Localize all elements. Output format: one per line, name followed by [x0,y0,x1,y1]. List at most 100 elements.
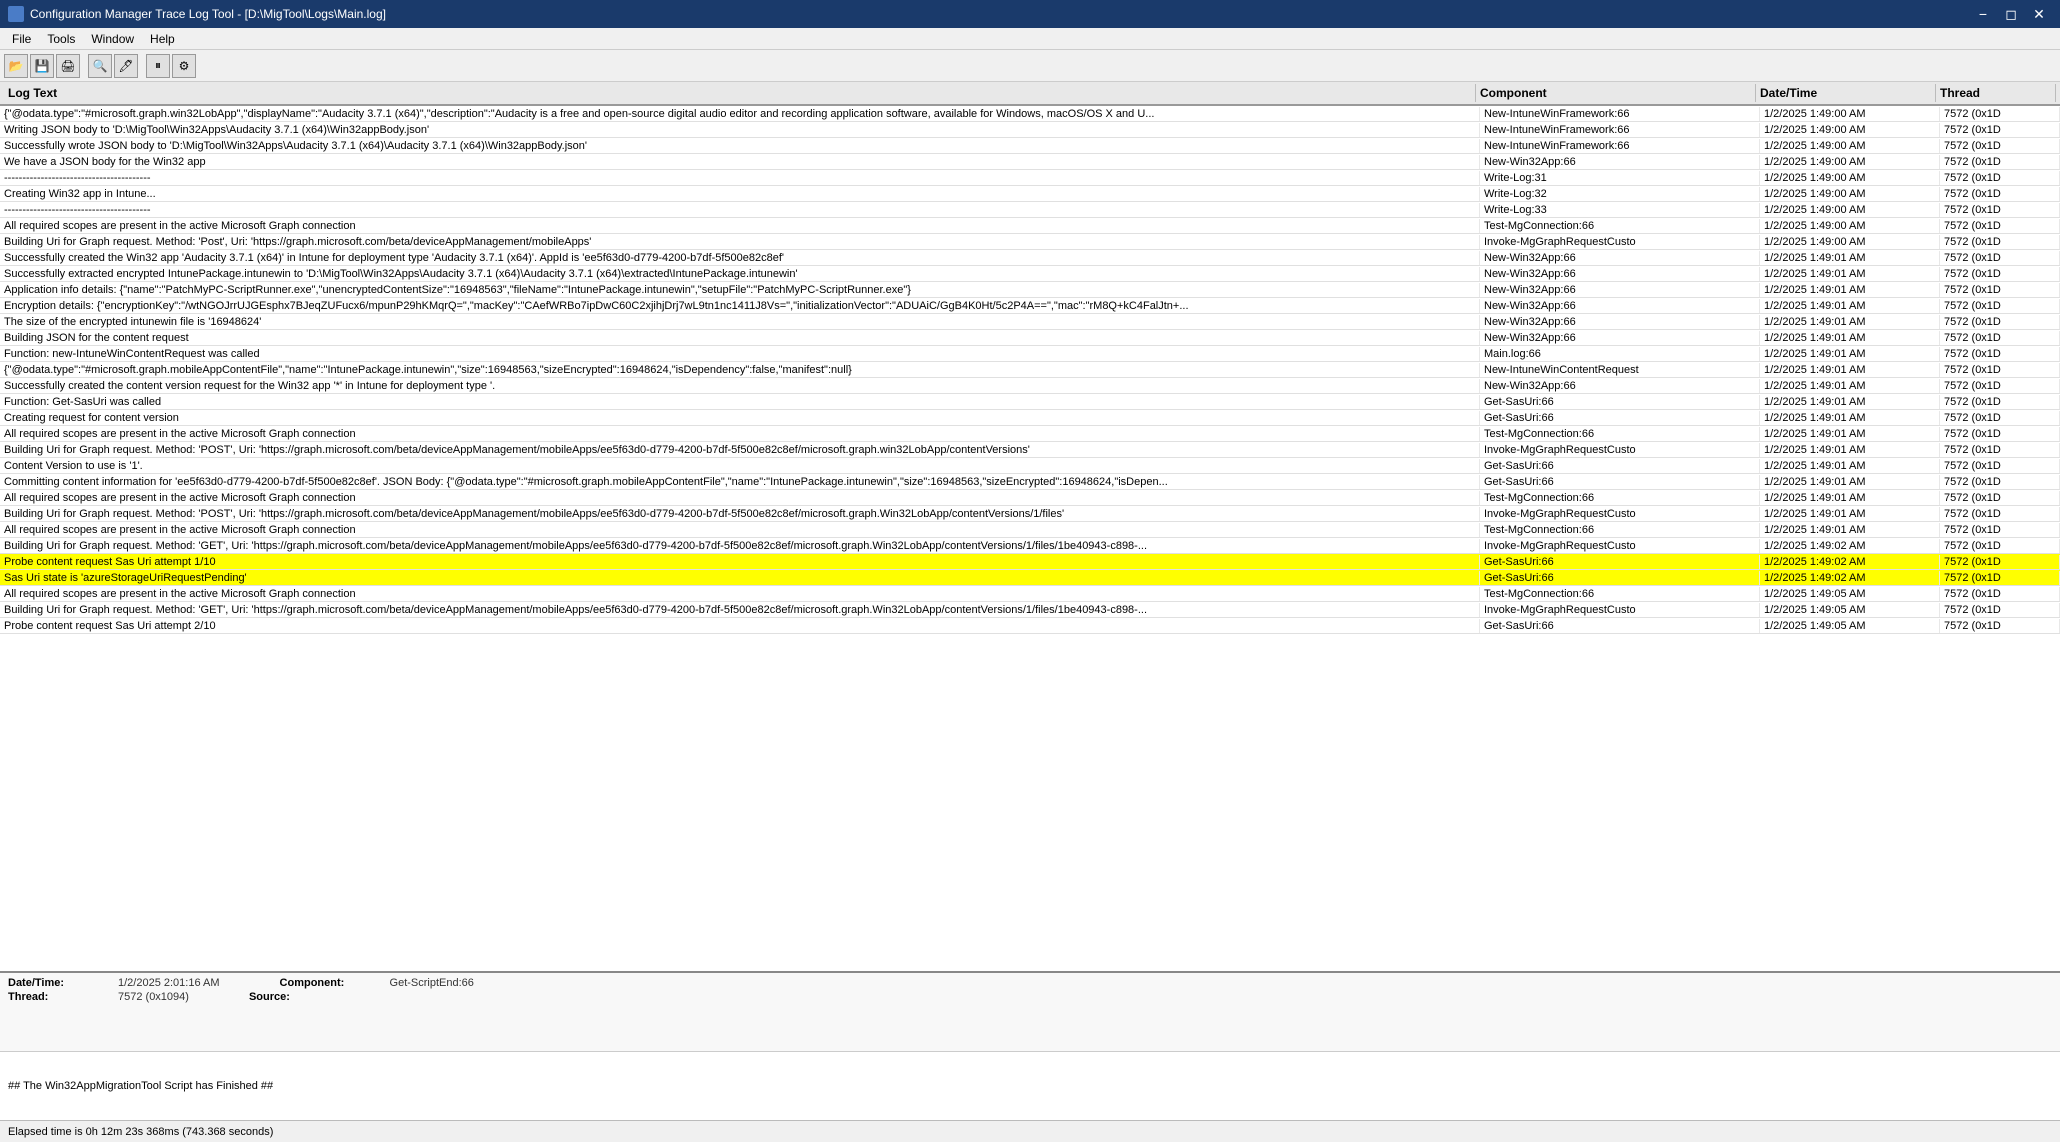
settings-button[interactable]: ⚙ [172,54,196,78]
table-row[interactable]: The size of the encrypted intunewin file… [0,314,2060,330]
log-text-cell: Building Uri for Graph request. Method: … [0,507,1480,521]
table-row[interactable]: Successfully created the content version… [0,378,2060,394]
component-label: Component: [280,977,370,989]
log-component-cell: Test-MgConnection:66 [1480,427,1760,441]
table-row[interactable]: Building Uri for Graph request. Method: … [0,602,2060,618]
table-row[interactable]: All required scopes are present in the a… [0,426,2060,442]
toolbar: 📂 💾 🖨 🔍 🖊 ⏸ ⚙ [0,50,2060,82]
table-row[interactable]: All required scopes are present in the a… [0,586,2060,602]
table-row[interactable]: Building Uri for Graph request. Method: … [0,538,2060,554]
log-datetime-cell: 1/2/2025 1:49:00 AM [1760,139,1940,153]
datetime-value: 1/2/2025 2:01:16 AM [118,977,220,989]
log-text-cell: All required scopes are present in the a… [0,219,1480,233]
log-body[interactable]: {"@odata.type":"#microsoft.graph.win32Lo… [0,106,2060,971]
find-button[interactable]: 🔍 [88,54,112,78]
log-datetime-cell: 1/2/2025 1:49:00 AM [1760,235,1940,249]
table-row[interactable]: Building Uri for Graph request. Method: … [0,234,2060,250]
main-area: Log Text Component Date/Time Thread {"@o… [0,82,2060,1120]
log-component-cell: Test-MgConnection:66 [1480,523,1760,537]
save-button[interactable]: 💾 [30,54,54,78]
table-row[interactable]: Probe content request Sas Uri attempt 2/… [0,618,2060,634]
open-button[interactable]: 📂 [4,54,28,78]
message-content: ## The Win32AppMigrationTool Script has … [8,1080,2052,1092]
log-thread-cell: 7572 (0x1D [1940,155,2060,169]
log-text-cell: Writing JSON body to 'D:\MigTool\Win32Ap… [0,123,1480,137]
table-row[interactable]: Application info details: {"name":"Patch… [0,282,2060,298]
log-component-cell: Test-MgConnection:66 [1480,491,1760,505]
log-text-cell: Encryption details: {"encryptionKey":"/w… [0,299,1480,313]
title-bar-left: Configuration Manager Trace Log Tool - [… [8,6,386,22]
menu-tools[interactable]: Tools [39,30,83,48]
table-row[interactable]: Probe content request Sas Uri attempt 1/… [0,554,2060,570]
log-thread-cell: 7572 (0x1D [1940,331,2060,345]
log-datetime-cell: 1/2/2025 1:49:01 AM [1760,523,1940,537]
log-text-cell: We have a JSON body for the Win32 app [0,155,1480,169]
log-component-cell: Write-Log:33 [1480,203,1760,217]
table-row[interactable]: Function: new-IntuneWinContentRequest wa… [0,346,2060,362]
log-text-cell: Successfully wrote JSON body to 'D:\MigT… [0,139,1480,153]
menu-window[interactable]: Window [83,30,142,48]
log-datetime-cell: 1/2/2025 1:49:01 AM [1760,379,1940,393]
log-text-cell: Building Uri for Graph request. Method: … [0,235,1480,249]
table-row[interactable]: {"@odata.type":"#microsoft.graph.mobileA… [0,362,2060,378]
log-datetime-cell: 1/2/2025 1:49:00 AM [1760,171,1940,185]
log-component-cell: Invoke-MgGraphRequestCusto [1480,507,1760,521]
table-row[interactable]: Encryption details: {"encryptionKey":"/w… [0,298,2060,314]
table-row[interactable]: {"@odata.type":"#microsoft.graph.win32Lo… [0,106,2060,122]
log-component-cell: New-Win32App:66 [1480,267,1760,281]
table-row[interactable]: Writing JSON body to 'D:\MigTool\Win32Ap… [0,122,2060,138]
log-datetime-cell: 1/2/2025 1:49:01 AM [1760,299,1940,313]
log-thread-cell: 7572 (0x1D [1940,411,2060,425]
print-button[interactable]: 🖨 [56,54,80,78]
table-row[interactable]: Building JSON for the content requestNew… [0,330,2060,346]
log-datetime-cell: 1/2/2025 1:49:00 AM [1760,203,1940,217]
log-text-cell: ---------------------------------------- [0,171,1480,185]
log-thread-cell: 7572 (0x1D [1940,475,2060,489]
pause-button[interactable]: ⏸ [146,54,170,78]
close-button[interactable]: ✕ [2026,4,2052,24]
log-component-cell: Invoke-MgGraphRequestCusto [1480,443,1760,457]
table-row[interactable]: Creating request for content versionGet-… [0,410,2060,426]
table-row[interactable]: Building Uri for Graph request. Method: … [0,506,2060,522]
table-row[interactable]: Function: Get-SasUri was calledGet-SasUr… [0,394,2060,410]
restore-button[interactable]: ◻ [1998,4,2024,24]
log-component-cell: Get-SasUri:66 [1480,411,1760,425]
table-row[interactable]: Successfully extracted encrypted IntuneP… [0,266,2060,282]
minimize-button[interactable]: − [1970,4,1996,24]
log-thread-cell: 7572 (0x1D [1940,347,2060,361]
log-text-cell: {"@odata.type":"#microsoft.graph.mobileA… [0,363,1480,377]
log-text-cell: Creating request for content version [0,411,1480,425]
log-datetime-cell: 1/2/2025 1:49:01 AM [1760,507,1940,521]
highlight-button[interactable]: 🖊 [114,54,138,78]
table-row[interactable]: All required scopes are present in the a… [0,218,2060,234]
table-row[interactable]: ----------------------------------------… [0,202,2060,218]
log-datetime-cell: 1/2/2025 1:49:01 AM [1760,283,1940,297]
table-row[interactable]: Building Uri for Graph request. Method: … [0,442,2060,458]
log-datetime-cell: 1/2/2025 1:49:00 AM [1760,155,1940,169]
log-datetime-cell: 1/2/2025 1:49:01 AM [1760,395,1940,409]
log-text-cell: Creating Win32 app in Intune... [0,187,1480,201]
table-row[interactable]: Committing content information for 'ee5f… [0,474,2060,490]
log-datetime-cell: 1/2/2025 1:49:01 AM [1760,491,1940,505]
table-row[interactable]: Content Version to use is '1'.Get-SasUri… [0,458,2060,474]
window-title: Configuration Manager Trace Log Tool - [… [30,7,386,21]
header-component: Component [1476,84,1756,102]
table-row[interactable]: Successfully created the Win32 app 'Auda… [0,250,2060,266]
log-table-header: Log Text Component Date/Time Thread [0,82,2060,106]
table-row[interactable]: Successfully wrote JSON body to 'D:\MigT… [0,138,2060,154]
table-row[interactable]: Creating Win32 app in Intune...Write-Log… [0,186,2060,202]
detail-row-1: Date/Time: 1/2/2025 2:01:16 AM Component… [8,977,2052,989]
menu-file[interactable]: File [4,30,39,48]
table-row[interactable]: ----------------------------------------… [0,170,2060,186]
table-row[interactable]: We have a JSON body for the Win32 appNew… [0,154,2060,170]
title-bar-controls: − ◻ ✕ [1970,4,2052,24]
table-row[interactable]: All required scopes are present in the a… [0,522,2060,538]
table-row[interactable]: All required scopes are present in the a… [0,490,2060,506]
log-component-cell: Write-Log:31 [1480,171,1760,185]
log-text-cell: All required scopes are present in the a… [0,523,1480,537]
log-text-cell: Function: Get-SasUri was called [0,395,1480,409]
log-component-cell: Invoke-MgGraphRequestCusto [1480,235,1760,249]
table-row[interactable]: Sas Uri state is 'azureStorageUriRequest… [0,570,2060,586]
menu-help[interactable]: Help [142,30,183,48]
log-datetime-cell: 1/2/2025 1:49:02 AM [1760,571,1940,585]
